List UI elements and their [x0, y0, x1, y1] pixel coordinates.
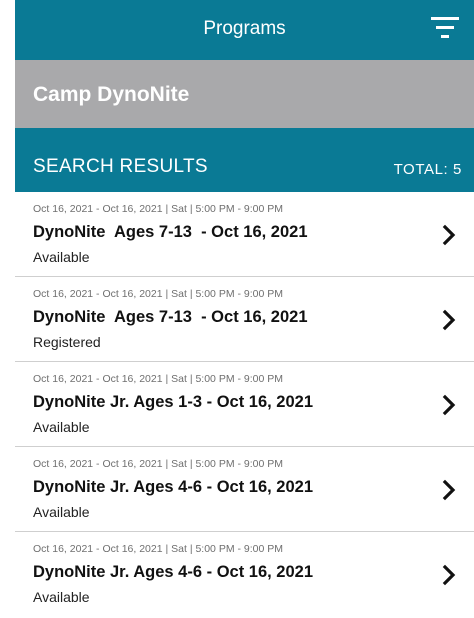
- program-title: DynoNite Jr. Ages 4-6 - Oct 16, 2021: [33, 478, 314, 496]
- program-status: Available: [33, 419, 90, 435]
- programs-screen: Programs Camp DynoNite SEARCH RESULTS TO…: [0, 0, 474, 618]
- chevron-right-icon: [442, 224, 456, 246]
- program-item[interactable]: Oct 16, 2021 - Oct 16, 2021 | Sat | 5:00…: [15, 532, 474, 617]
- program-title: DynoNite Ages 7-13 - Oct 16, 2021: [33, 223, 308, 241]
- camp-banner: Camp DynoNite: [15, 60, 474, 128]
- program-item[interactable]: Oct 16, 2021 - Oct 16, 2021 | Sat | 5:00…: [15, 192, 474, 277]
- program-dates: Oct 16, 2021 - Oct 16, 2021 | Sat | 5:00…: [33, 203, 284, 215]
- program-dates: Oct 16, 2021 - Oct 16, 2021 | Sat | 5:00…: [33, 543, 284, 555]
- program-dates: Oct 16, 2021 - Oct 16, 2021 | Sat | 5:00…: [33, 288, 284, 300]
- program-item[interactable]: Oct 16, 2021 - Oct 16, 2021 | Sat | 5:00…: [15, 447, 474, 532]
- program-item[interactable]: Oct 16, 2021 - Oct 16, 2021 | Sat | 5:00…: [15, 277, 474, 362]
- program-title: DynoNite Jr. Ages 1-3 - Oct 16, 2021: [33, 393, 314, 411]
- program-status: Available: [33, 589, 90, 605]
- program-list: Oct 16, 2021 - Oct 16, 2021 | Sat | 5:00…: [15, 192, 474, 617]
- program-dates: Oct 16, 2021 - Oct 16, 2021 | Sat | 5:00…: [33, 458, 284, 470]
- filter-button[interactable]: [430, 13, 460, 43]
- results-total: TOTAL: 5: [393, 160, 462, 178]
- program-status: Available: [33, 249, 90, 265]
- search-results-header: SEARCH RESULTS TOTAL: 5: [15, 128, 474, 192]
- chevron-right-icon: [442, 479, 456, 501]
- filter-icon: [431, 17, 459, 38]
- top-app-bar: Programs: [15, 0, 474, 60]
- camp-name: Camp DynoNite: [33, 83, 190, 106]
- program-item[interactable]: Oct 16, 2021 - Oct 16, 2021 | Sat | 5:00…: [15, 362, 474, 447]
- program-status: Available: [33, 504, 90, 520]
- program-status: Registered: [33, 334, 101, 350]
- page-title: Programs: [203, 18, 286, 39]
- program-title: DynoNite Jr. Ages 4-6 - Oct 16, 2021: [33, 563, 314, 581]
- chevron-right-icon: [442, 564, 456, 586]
- chevron-right-icon: [442, 309, 456, 331]
- program-dates: Oct 16, 2021 - Oct 16, 2021 | Sat | 5:00…: [33, 373, 284, 385]
- search-results-title: SEARCH RESULTS: [33, 156, 208, 177]
- program-title: DynoNite Ages 7-13 - Oct 16, 2021: [33, 308, 308, 326]
- chevron-right-icon: [442, 394, 456, 416]
